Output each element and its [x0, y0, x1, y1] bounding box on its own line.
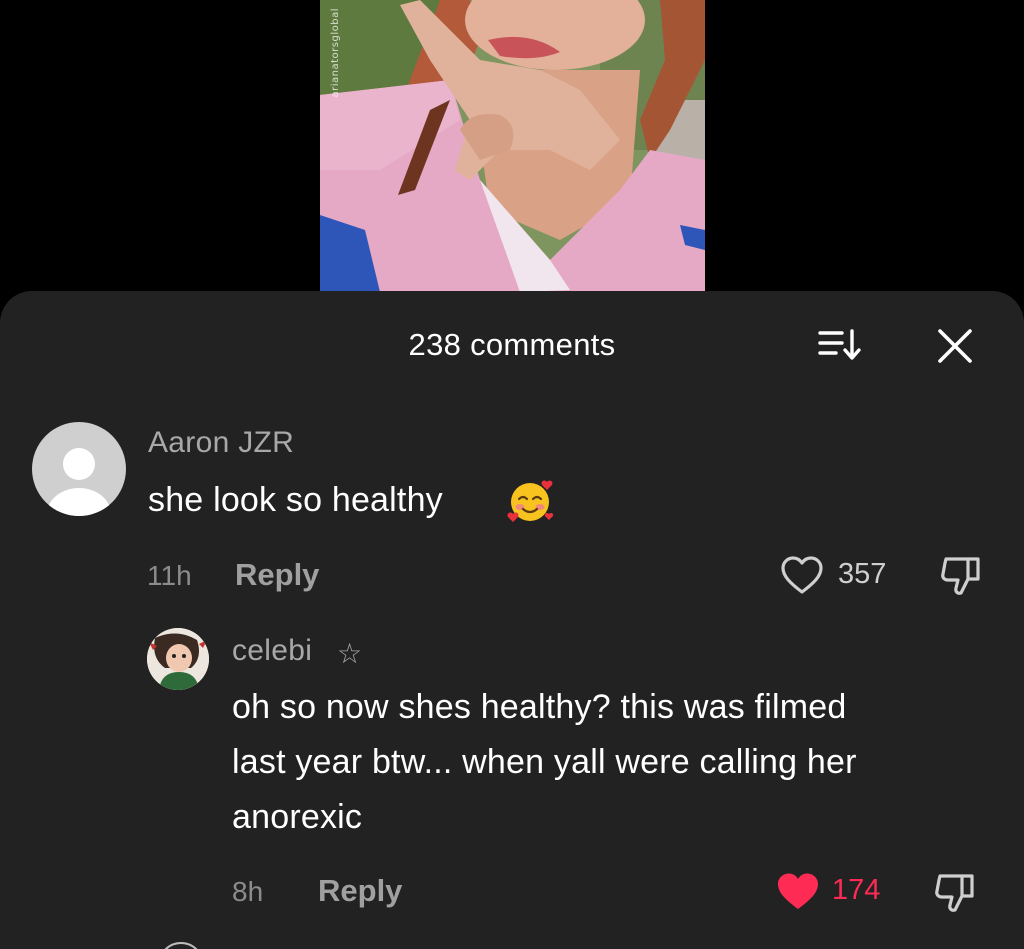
reply-button[interactable]: Reply	[235, 557, 319, 593]
close-button[interactable]	[934, 325, 976, 367]
avatar[interactable]	[147, 628, 209, 690]
like-button[interactable]	[780, 556, 824, 596]
comments-count-title: 238 comments	[408, 327, 616, 362]
star-outline-icon: ☆	[337, 638, 363, 669]
avatar[interactable]	[32, 422, 126, 516]
celebi-avatar-illustration	[147, 628, 209, 690]
comment-timestamp: 11h	[147, 560, 192, 591]
like-count: 357	[838, 558, 887, 590]
thumbs-down-icon	[941, 557, 980, 595]
thumbs-down-icon	[935, 874, 974, 912]
video-thumbnail[interactable]	[320, 0, 705, 292]
heart-outline-icon	[781, 556, 823, 594]
screen: arianatorsglobal 238 comments Aaron JZR …	[0, 0, 1024, 949]
heart-filled-icon	[778, 873, 818, 909]
dislike-button[interactable]	[932, 870, 978, 916]
sort-button[interactable]	[816, 325, 864, 365]
reply-button[interactable]: Reply	[318, 873, 402, 909]
comment-text: she look so healthy	[148, 481, 443, 519]
like-button[interactable]	[776, 872, 820, 912]
comment-timestamp: 8h	[232, 876, 264, 907]
default-user-icon	[47, 448, 111, 516]
dislike-button[interactable]	[938, 553, 984, 599]
comment-text-line: last year btw... when yall were calling …	[232, 743, 857, 781]
comments-sheet	[0, 291, 1024, 949]
video-frame-illustration	[320, 0, 705, 292]
comment-username[interactable]: Aaron JZR	[148, 426, 294, 460]
close-icon	[938, 329, 972, 363]
comment-username[interactable]: celebi	[232, 634, 312, 668]
like-count: 174	[832, 874, 881, 906]
video-watermark: arianatorsglobal	[330, 8, 341, 98]
comment-text-line: anorexic	[232, 798, 363, 836]
smiling-face-with-hearts-icon	[505, 476, 555, 526]
comment-text-line: oh so now shes healthy? this was filmed	[232, 688, 847, 726]
sort-icon	[818, 329, 861, 360]
